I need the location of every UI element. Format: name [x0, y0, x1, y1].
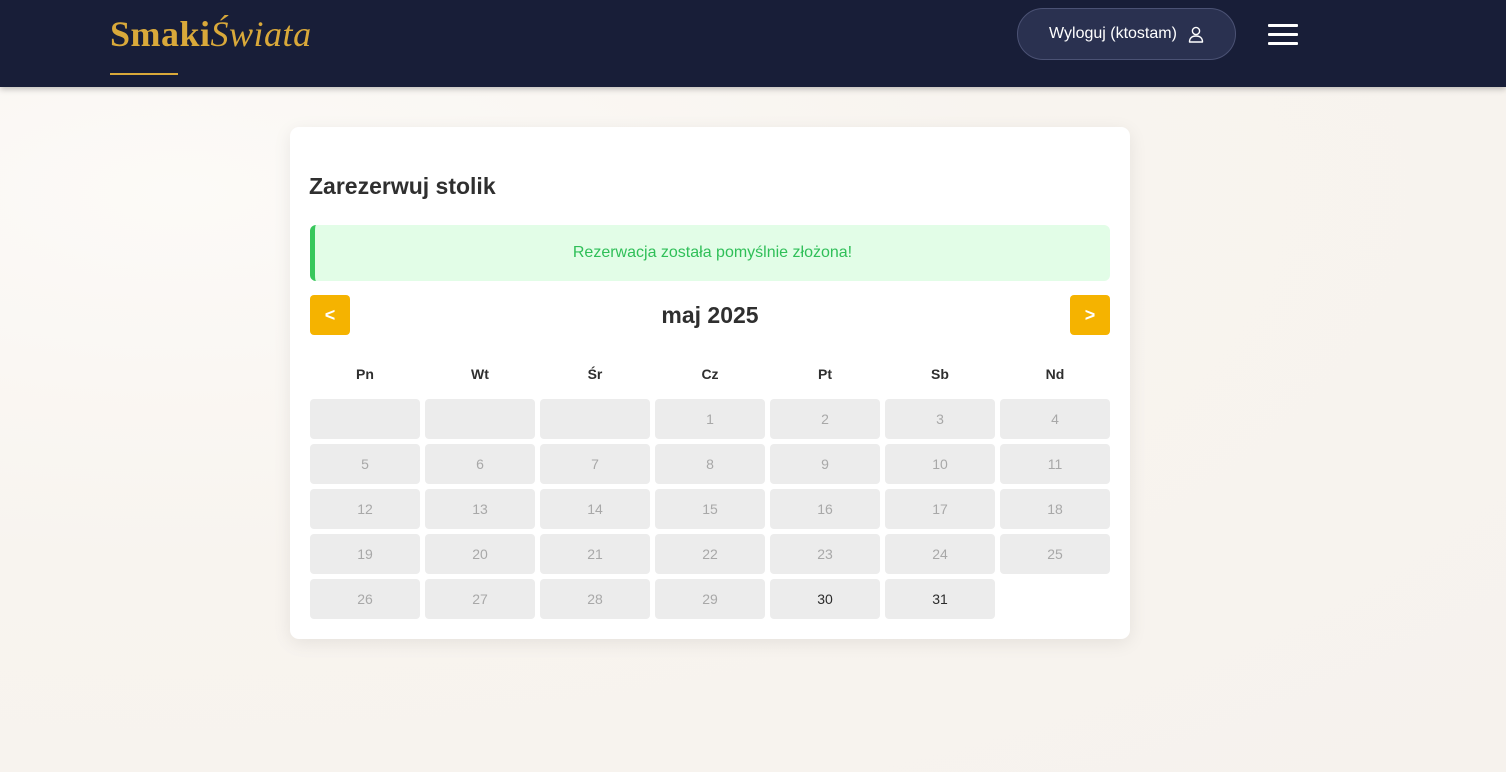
calendar-day-disabled: 10	[885, 444, 995, 484]
weekday-label: Sb	[931, 366, 949, 382]
calendar-day-disabled: 22	[655, 534, 765, 574]
reservation-card: Zarezerwuj stolik Rezerwacja została pom…	[290, 127, 1130, 639]
calendar-day-disabled: 29	[655, 579, 765, 619]
calendar-day-disabled: 3	[885, 399, 995, 439]
weekday-label: Wt	[471, 366, 489, 382]
calendar-day-disabled: 19	[310, 534, 420, 574]
brand-name-part1: Smaki	[110, 14, 211, 54]
calendar-day-disabled: 2	[770, 399, 880, 439]
weekday-label: Pn	[356, 366, 374, 382]
calendar-day-disabled: 12	[310, 489, 420, 529]
calendar-day-disabled: 11	[1000, 444, 1110, 484]
calendar-day-disabled: 14	[540, 489, 650, 529]
calendar-day-disabled: 17	[885, 489, 995, 529]
calendar-day-disabled: 9	[770, 444, 880, 484]
calendar-day-disabled: 27	[425, 579, 535, 619]
calendar-day-disabled: 16	[770, 489, 880, 529]
calendar-day-disabled: 6	[425, 444, 535, 484]
brand-logo[interactable]: SmakiŚwiata	[110, 12, 312, 56]
next-month-button[interactable]: >	[1070, 295, 1110, 335]
calendar-day-disabled: 4	[1000, 399, 1110, 439]
hamburger-menu-icon[interactable]	[1268, 24, 1298, 46]
weekday-label: Śr	[587, 366, 603, 382]
calendar-day-disabled: 28	[540, 579, 650, 619]
logout-label: Wyloguj (ktostam)	[1049, 25, 1177, 42]
calendar-day-disabled: 18	[1000, 489, 1110, 529]
success-alert: Rezerwacja została pomyślnie złożona!	[310, 225, 1110, 281]
logout-button[interactable]: Wyloguj (ktostam)	[1017, 8, 1236, 60]
weekday-label: Nd	[1045, 366, 1065, 382]
calendar-day-disabled: 15	[655, 489, 765, 529]
page-title: Zarezerwuj stolik	[309, 173, 496, 199]
calendar-day-disabled: 25	[1000, 534, 1110, 574]
calendar-day-available[interactable]: 30	[770, 579, 880, 619]
calendar-day-disabled: 21	[540, 534, 650, 574]
calendar-empty-cell	[310, 399, 420, 439]
calendar-grid: 1 2 3 4 5 6 7 8 9 10 11 12 13 14 15 16 17 18 19 20 21 22 23 24 2…	[310, 399, 1110, 619]
calendar-day-available[interactable]: 31	[885, 579, 995, 619]
weekday-header: Pn Wt Śr Cz Pt Sb Nd	[310, 364, 1110, 384]
brand-name-part2: Świata	[210, 14, 312, 54]
calendar-day-disabled: 7	[540, 444, 650, 484]
weekday-label: Pt	[818, 366, 832, 382]
calendar-day-disabled: 24	[885, 534, 995, 574]
user-icon	[1188, 26, 1204, 43]
calendar-day-disabled: 26	[310, 579, 420, 619]
calendar-day-disabled: 13	[425, 489, 535, 529]
calendar-day-disabled: 8	[655, 444, 765, 484]
brand-underline	[110, 73, 178, 75]
calendar-empty-cell	[540, 399, 650, 439]
calendar-day-disabled: 1	[655, 399, 765, 439]
calendar-day-disabled: 23	[770, 534, 880, 574]
calendar-day-disabled: 20	[425, 534, 535, 574]
month-label: maj 2025	[661, 302, 759, 328]
success-message: Rezerwacja została pomyślnie złożona!	[572, 244, 853, 261]
calendar-day-disabled: 5	[310, 444, 420, 484]
navbar: SmakiŚwiata Wyloguj (ktostam)	[0, 0, 1506, 87]
weekday-label: Cz	[701, 366, 719, 382]
calendar-empty-cell	[425, 399, 535, 439]
